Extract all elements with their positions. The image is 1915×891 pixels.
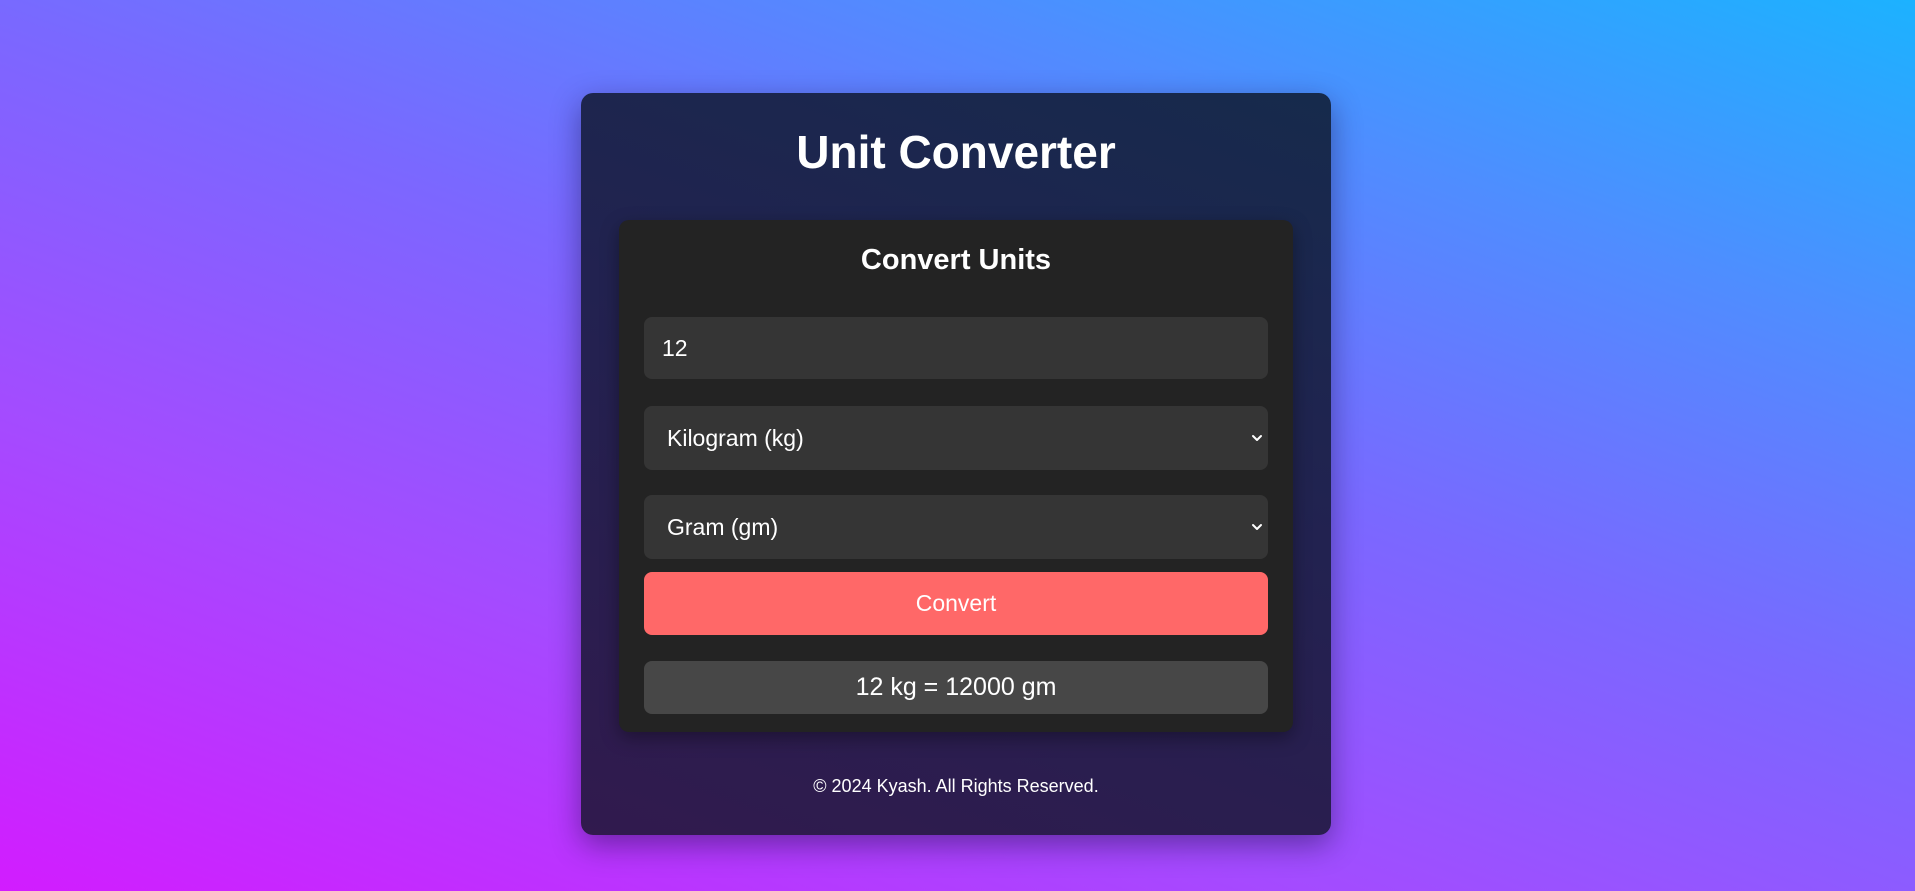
value-input-text: 12 [662,334,688,361]
converter-panel: Convert Units 12 Kilogram (kg) Gram (gm)… [619,220,1293,732]
convert-button[interactable]: Convert [644,572,1268,635]
result-display: 12 kg = 12000 gm [644,661,1268,714]
chevron-down-icon [1252,524,1262,530]
from-unit-select[interactable]: Kilogram (kg) [644,406,1268,470]
app-card: Unit Converter Convert Units 12 Kilogram… [581,93,1331,835]
to-unit-selected: Gram (gm) [667,513,779,540]
value-input[interactable]: 12 [644,317,1268,379]
page-title: Unit Converter [796,126,1116,178]
footer-copyright: © 2024 Kyash. All Rights Reserved. [813,776,1099,796]
from-unit-selected: Kilogram (kg) [667,424,804,451]
chevron-down-icon [1252,435,1262,441]
to-unit-select[interactable]: Gram (gm) [644,495,1268,559]
converter-heading: Convert Units [860,244,1052,276]
